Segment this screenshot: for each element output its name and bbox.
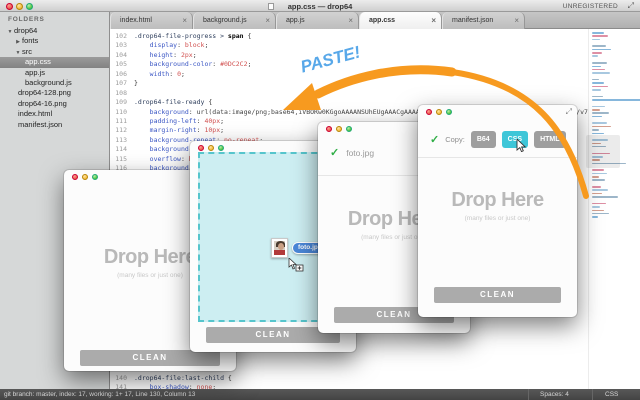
photo-preview	[274, 241, 285, 255]
copy-options-row: ✓ Copy: B64 CSS HTML	[430, 131, 566, 148]
status-bar: git branch: master, index: 17, working: …	[0, 389, 640, 400]
sidebar-item-label: drop64-128.png	[18, 88, 71, 98]
tab-bar: index.html × background.js × app.js × app.css ×…	[110, 12, 640, 29]
copy-b64-button[interactable]: B64	[470, 131, 496, 148]
registration-status: UNREGISTERED	[562, 3, 618, 10]
copy-label: Copy:	[445, 135, 465, 144]
sidebar-item-label: manifest.json	[18, 119, 63, 129]
sidebar-header: FOLDERS	[8, 16, 45, 23]
fullscreen-icon[interactable]: ⤢	[628, 1, 634, 11]
line-number: 111	[115, 116, 127, 125]
line-number: 103	[115, 41, 127, 50]
sidebar-item-label: drop64-16.png	[18, 98, 67, 108]
line-number: 107	[115, 79, 127, 88]
close-tab-icon[interactable]: ×	[265, 16, 270, 25]
line-number: 112	[115, 126, 127, 135]
line-number: 113	[115, 135, 127, 144]
window-titlebar: app.css — drop64 UNREGISTERED ⤢	[0, 0, 640, 12]
sidebar-item-label: drop64	[14, 26, 38, 35]
drag-cursor-icon	[288, 258, 304, 272]
sidebar-item-label: fonts	[22, 36, 39, 46]
code-line: 103 display: block;	[110, 41, 588, 50]
resize-icon[interactable]: ⤢	[566, 107, 572, 117]
tab-index-html[interactable]: index.html ×	[110, 12, 193, 29]
sidebar-item-drop64-128-png[interactable]: drop64-128.png	[0, 88, 109, 98]
tab-app-js[interactable]: app.js ×	[276, 12, 359, 29]
clean-button[interactable]: CLEAN	[80, 350, 220, 366]
line-number: 105	[115, 60, 127, 69]
sidebar-item-fonts[interactable]: ▶ fonts	[0, 36, 109, 46]
line-number: 115	[115, 154, 127, 163]
line-number: 106	[115, 69, 127, 78]
code-line: 108	[110, 89, 588, 98]
tab-label: app.css	[369, 17, 396, 24]
minimap[interactable]	[588, 29, 640, 389]
code-line: 140 .drop64-file:last-child {	[110, 374, 588, 383]
status-divider	[592, 389, 593, 400]
sidebar-item-label: src	[22, 46, 32, 56]
code-line: 107}	[110, 79, 588, 88]
dragged-file-thumbnail[interactable]	[271, 238, 288, 258]
sidebar-item-app-js[interactable]: app.js	[0, 68, 109, 78]
line-number: 104	[115, 50, 127, 59]
sidebar-item-background-js[interactable]: background.js	[0, 78, 109, 88]
git-status-text: git branch: master, index: 17, working: …	[4, 391, 196, 398]
window-controls[interactable]	[198, 145, 224, 151]
sidebar-item-index-html[interactable]: index.html	[0, 109, 109, 119]
sidebar-item-label: background.js	[25, 77, 72, 87]
tab-label: manifest.json	[452, 17, 494, 24]
line-number: 108	[115, 88, 127, 97]
drop-here-label: Drop Here	[451, 189, 544, 211]
code-line: 105 background-color: #0DC2C2;	[110, 60, 588, 69]
check-icon: ✓	[430, 134, 440, 146]
tab-label: background.js	[203, 17, 247, 24]
minimap-viewport[interactable]	[586, 135, 620, 168]
sidebar-item-label: app.js	[25, 67, 46, 77]
syntax-mode[interactable]: CSS	[605, 391, 618, 398]
line-number: 114	[115, 145, 127, 154]
drop-window-copy: ⤢ ✓ Copy: B64 CSS HTML Drop Here (many f…	[418, 105, 577, 317]
line-number: 110	[115, 107, 127, 116]
screen: app.css — drop64 UNREGISTERED ⤢ FOLDERS …	[0, 0, 640, 400]
mouse-cursor-icon	[516, 139, 527, 152]
sidebar-item-drop64-16-png[interactable]: drop64-16.png	[0, 99, 109, 109]
sidebar-item-manifest-json[interactable]: manifest.json	[0, 120, 109, 130]
check-icon: ✓	[330, 147, 340, 159]
line-number: 140	[115, 374, 127, 382]
sidebar-item-label: app.css	[25, 57, 51, 67]
tab-background-js[interactable]: background.js ×	[193, 12, 276, 29]
drop-here-subtitle: (many files or just one)	[464, 215, 531, 222]
tab-manifest-json[interactable]: manifest.json ×	[442, 12, 525, 29]
close-tab-icon[interactable]: ×	[182, 16, 187, 25]
line-number: 109	[115, 98, 127, 107]
window-controls[interactable]	[72, 174, 98, 180]
close-tab-icon[interactable]: ×	[431, 16, 436, 25]
file-name: foto.jpg	[346, 147, 375, 158]
tab-label: app.js	[286, 17, 305, 24]
code-line: 106 width: 0;	[110, 70, 588, 79]
tab-app-css[interactable]: app.css ×	[359, 12, 442, 29]
sidebar-item-label: index.html	[18, 109, 53, 119]
uploaded-file-row: ✓ foto.jpg	[330, 146, 374, 159]
clean-button[interactable]: CLEAN	[434, 287, 561, 303]
window-controls[interactable]	[326, 126, 352, 132]
divider	[418, 157, 577, 158]
code-line: 104 height: 2px;	[110, 51, 588, 60]
sidebar-item-drop64[interactable]: ▼ drop64	[0, 26, 109, 36]
window-controls[interactable]	[426, 109, 452, 115]
line-number: 102	[115, 32, 127, 40]
sidebar-item-app-css[interactable]: app.css	[0, 57, 109, 68]
code-line: 102 .drop64-file-progress > span {	[110, 32, 588, 41]
indent-setting[interactable]: Spaces: 4	[540, 391, 569, 398]
close-tab-icon[interactable]: ×	[514, 16, 519, 25]
close-tab-icon[interactable]: ×	[348, 16, 353, 25]
tab-label: index.html	[120, 17, 152, 24]
status-divider	[528, 389, 529, 400]
sidebar-item-src[interactable]: ▼ src	[0, 47, 109, 57]
window-title: app.css — drop64	[287, 2, 353, 11]
copy-html-button[interactable]: HTML	[534, 131, 566, 148]
